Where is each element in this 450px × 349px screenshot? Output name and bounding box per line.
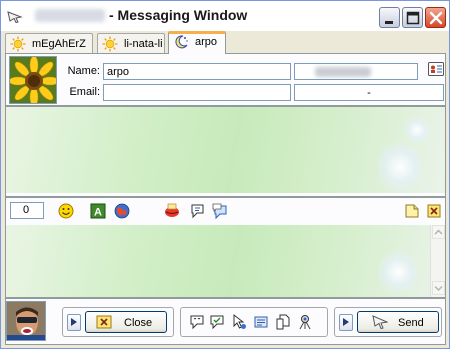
chevron-up-icon — [434, 229, 443, 235]
file-transfer-icon[interactable] — [275, 314, 291, 330]
send-arrow-icon — [372, 315, 388, 329]
sun-icon — [10, 36, 26, 52]
conversation-tabs: mEgAhErZ li-nata-li arpo — [5, 31, 445, 54]
quick-actions-group — [180, 307, 328, 337]
background-glare — [404, 115, 430, 145]
tab-arpo[interactable]: arpo — [168, 31, 226, 54]
arrow-right-icon — [343, 318, 349, 326]
send-label: Send — [398, 317, 424, 329]
name-label: Name: — [67, 65, 100, 77]
blurred-info-field[interactable] — [294, 63, 418, 80]
close-label: Close — [124, 317, 153, 329]
send-button-group: Send — [334, 307, 442, 337]
send-options-button[interactable] — [339, 314, 353, 331]
moon-icon — [175, 35, 188, 49]
wink-kiss-icon[interactable] — [164, 203, 180, 219]
separator — [6, 196, 445, 198]
close-options-button[interactable] — [67, 314, 81, 331]
name-field[interactable]: arpo — [103, 63, 291, 80]
nudge-icon[interactable] — [190, 203, 206, 219]
maximize-button[interactable] — [402, 7, 423, 28]
minimize-button[interactable] — [379, 7, 400, 28]
background-glare — [378, 137, 422, 193]
quick-message-icon[interactable] — [189, 314, 205, 330]
my-avatar[interactable] — [6, 301, 46, 341]
email-field[interactable] — [103, 84, 291, 101]
scroll-up-button[interactable] — [432, 225, 445, 239]
window-title: - Messaging Window — [109, 7, 248, 23]
scroll-down-button[interactable] — [432, 281, 445, 295]
chevron-down-icon — [434, 285, 443, 292]
character-counter: 0 — [10, 202, 44, 219]
message-history[interactable] — [6, 107, 445, 193]
voice-clip-icon[interactable] — [212, 203, 228, 219]
formatting-toolbar: 0 A — [6, 199, 445, 223]
sun-icon — [102, 36, 118, 52]
messaging-window: - Messaging Window mEgAhErZ li-nata-li a… — [0, 0, 450, 349]
font-icon[interactable]: A — [90, 203, 106, 219]
cursor-icon[interactable] — [231, 314, 247, 330]
tab-label: arpo — [195, 36, 218, 48]
title-bar[interactable]: - Messaging Window — [1, 1, 449, 31]
close-small-icon — [96, 315, 112, 329]
conversation-panel: Name: arpo Email: - 0 A Close Send — [5, 53, 446, 345]
tab-label: mEgAhErZ — [32, 38, 86, 50]
maximize-icon — [406, 11, 420, 25]
tab-label: li-nata-li — [124, 38, 163, 50]
svg-text:A: A — [94, 207, 102, 219]
status-field: - — [294, 84, 444, 101]
close-button[interactable]: Close — [85, 311, 167, 333]
note-icon[interactable] — [404, 203, 420, 219]
contact-card-icon[interactable] — [428, 62, 444, 76]
app-icon — [7, 11, 23, 23]
background-glare — [378, 247, 418, 297]
action-bar: Close Send — [6, 299, 445, 344]
tab-megaherz[interactable]: mEgAhErZ — [5, 33, 93, 53]
email-label: Email: — [69, 86, 100, 98]
close-icon — [429, 11, 443, 25]
smiley-icon[interactable] — [58, 203, 74, 219]
tab-li-nata-li[interactable]: li-nata-li — [97, 33, 165, 53]
inbox-icon[interactable] — [253, 314, 269, 330]
minimize-icon — [385, 21, 393, 24]
arrow-right-icon — [71, 318, 77, 326]
close-small-icon[interactable] — [426, 203, 442, 219]
contact-header: Name: arpo Email: - — [8, 56, 445, 106]
close-window-button[interactable] — [425, 7, 446, 28]
send-button[interactable]: Send — [357, 311, 439, 333]
blurred-username — [35, 9, 105, 22]
close-button-group: Close — [62, 307, 174, 337]
webcam-icon[interactable] — [297, 314, 313, 330]
favorite-icon[interactable] — [209, 314, 225, 330]
background-icon[interactable] — [114, 203, 130, 219]
compose-scrollbar[interactable] — [430, 225, 445, 297]
message-compose-input[interactable] — [6, 225, 445, 297]
buddy-avatar[interactable] — [9, 56, 57, 104]
blurred-text — [315, 67, 371, 77]
